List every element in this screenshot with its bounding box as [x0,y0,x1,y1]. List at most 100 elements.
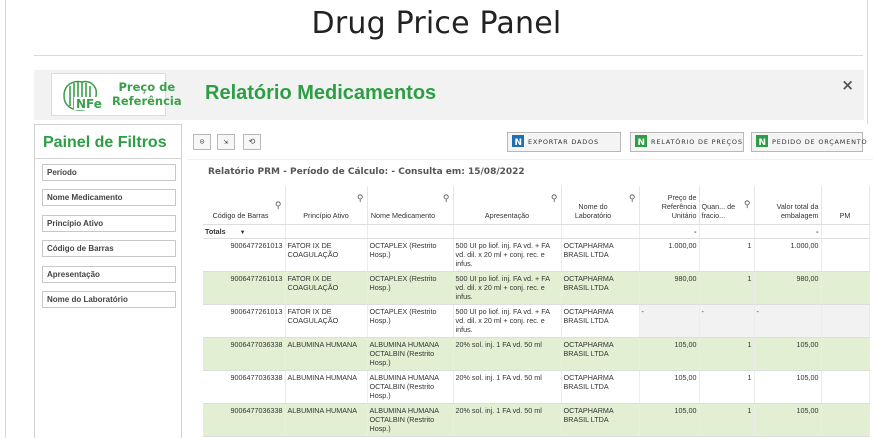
table-header-row: Código de Barras ⚲ Princípio Ativo ⚲ Nome … [203,186,870,225]
report-sheet: Relatório PRM - Período de Cálculo: - Co… [187,160,873,438]
cell-drug: OCTAPLEX (Restrito Hosp.) [367,271,454,305]
close-icon[interactable]: × [841,76,854,94]
table-row[interactable]: 9006477036338 ALBUMINA HUMANA ALBUMINA H… [203,370,870,404]
excel-icon: N [756,135,768,147]
table-row[interactable]: 9006477261013 FATOR IX DE COAGULAÇÃO OCT… [203,238,870,272]
cell-qty: 1 [699,337,755,371]
header-label: Código de Barras [212,210,269,220]
column-header-active[interactable]: Princípio Ativo ⚲ [285,186,368,225]
header-label: Princípio Ativo [303,210,349,220]
cell-extra [821,271,870,305]
cell-drug: ALBUMINA HUMANA OCTALBIN (Restrito Hosp.… [367,337,454,371]
table-row[interactable]: 9006477261013 FATOR IX DE COAGULAÇÃO OCT… [203,271,870,305]
cell-total: 980,00 [754,271,822,305]
cell-extra [821,304,870,338]
cell-barcode: 9006477261013 [203,304,286,338]
cell-qty: - [699,304,755,338]
logo: NFe Preço de Referência [51,73,182,116]
cell-extra [821,403,870,437]
filter-period[interactable]: Período [42,164,176,181]
search-icon[interactable]: ⚲ [744,199,751,210]
title-divider [34,55,863,56]
cell-lab: OCTAPHARMA BRASIL LTDA [561,337,640,371]
excel-icon: N [635,135,647,147]
cell-ref-price: 105,00 [639,403,700,437]
cell-lab: OCTAPHARMA BRASIL LTDA [561,238,640,272]
search-icon[interactable]: ⚲ [443,193,450,204]
cell-ref-price: 980,00 [639,271,700,305]
selection-icon[interactable]: ⊙ [193,134,211,150]
column-header-extra[interactable]: PM [821,186,870,225]
sort-down-icon[interactable]: ▼ [240,230,246,236]
budget-request-button[interactable]: N PEDIDO DE ORÇAMENTO [751,132,867,152]
price-table: Código de Barras ⚲ Princípio Ativo ⚲ Nome … [203,186,870,437]
column-header-drug[interactable]: Nome Medicamento ⚲ [367,186,454,225]
excel-icon: N [512,135,524,147]
cell-total: - [754,304,822,338]
report-title: Relatório Medicamentos [205,82,437,104]
cell-active: ALBUMINA HUMANA [285,403,368,437]
report-area: ⊙ ⇲ ⟲ N EXPORTAR DADOS N RELATÓRIO DE PREÇ… [187,124,873,438]
logo-line-2: Referência [112,94,182,108]
filter-barcode[interactable]: Código de Barras [42,240,176,257]
cell-active: ALBUMINA HUMANA [285,337,368,371]
budget-request-label: PEDIDO DE ORÇAMENTO [772,138,868,146]
toolbar: ⊙ ⇲ ⟲ N EXPORTAR DADOS N RELATÓRIO DE PREÇ… [187,124,873,159]
cell-presentation: 500 UI po liof. inj. FA vd. + FA vd. dil… [453,304,562,338]
filter-presentation[interactable]: Apresentação [42,266,176,283]
header-label: Nome do Laboratório [574,201,612,220]
totals-text: Totals [205,226,226,236]
cell-active: FATOR IX DE COAGULAÇÃO [285,238,368,272]
column-header-total[interactable]: Valor total da embalagem [754,186,822,225]
search-icon[interactable]: ⚲ [551,193,558,204]
column-header-ref-price[interactable]: Preço de Referência Unitário [639,186,700,225]
cell-ref-price: 1.000,00 [639,238,700,272]
table-row[interactable]: 9006477036338 ALBUMINA HUMANA ALBUMINA H… [203,403,870,437]
cell-qty: 1 [699,271,755,305]
cell-qty: 1 [699,238,755,272]
report-caption: Relatório PRM - Período de Cálculo: - Co… [208,167,525,177]
cell-total: 105,00 [754,403,822,437]
page-title: Drug Price Panel [311,6,562,41]
report-header: NFe Preço de Referência Relatório Medica… [34,70,864,120]
column-header-barcode[interactable]: Código de Barras ⚲ [203,186,286,225]
table-row[interactable]: 9006477036338 ALBUMINA HUMANA ALBUMINA H… [203,337,870,371]
search-icon[interactable]: ⚲ [629,193,636,204]
filter-laboratory[interactable]: Nome do Laboratório [42,291,176,308]
filter-drug-name[interactable]: Nome Medicamento [42,189,176,206]
cell-total: 105,00 [754,370,822,404]
column-header-lab[interactable]: Nome do Laboratório ⚲ [561,186,640,225]
cell-total: 105,00 [754,337,822,371]
svg-text:N: N [759,138,767,147]
cell-barcode: 9006477261013 [203,238,286,272]
cell-presentation: 500 UI po liof. inj. FA vd. + FA vd. dil… [453,238,562,272]
export-data-button[interactable]: N EXPORTAR DADOS [507,132,621,152]
cell-active: FATOR IX DE COAGULAÇÃO [285,271,368,305]
totals-row: Totals ▼ - - [203,224,870,239]
column-header-presentation[interactable]: Apresentação ⚲ [453,186,562,225]
price-report-button[interactable]: N RELATÓRIO DE PREÇOS [630,132,744,152]
cell-lab: OCTAPHARMA BRASIL LTDA [561,271,640,305]
left-frame-line [5,0,6,438]
logo-mark: NFe [76,97,102,111]
search-icon[interactable]: ⚲ [357,193,364,204]
logo-text: Preço de Referência [112,80,182,108]
cell-active: ALBUMINA HUMANA [285,370,368,404]
cell-drug: OCTAPLEX (Restrito Hosp.) [367,238,454,272]
cell-ref-price: - [639,304,700,338]
cell-barcode: 9006477261013 [203,271,286,305]
export-data-label: EXPORTAR DADOS [528,138,599,146]
cell-drug: OCTAPLEX (Restrito Hosp.) [367,304,454,338]
cell-drug: ALBUMINA HUMANA OCTALBIN (Restrito Hosp.… [367,370,454,404]
cell-extra [821,370,870,404]
cell-lab: OCTAPHARMA BRASIL LTDA [561,370,640,404]
column-header-qty[interactable]: Quan... de fracio... ⚲ [699,186,755,225]
filter-panel: Painel de Filtros Período Nome Medicamen… [34,124,182,438]
filter-active-ingredient[interactable]: Princípio Ativo [42,215,176,232]
svg-text:N: N [638,138,646,147]
totals-total: - [754,224,822,239]
expand-icon[interactable]: ⇲ [217,134,235,150]
table-row[interactable]: 9006477261013 FATOR IX DE COAGULAÇÃO OCT… [203,304,870,338]
clear-selection-icon[interactable]: ⟲ [243,134,261,150]
search-icon[interactable]: ⚲ [275,200,282,211]
